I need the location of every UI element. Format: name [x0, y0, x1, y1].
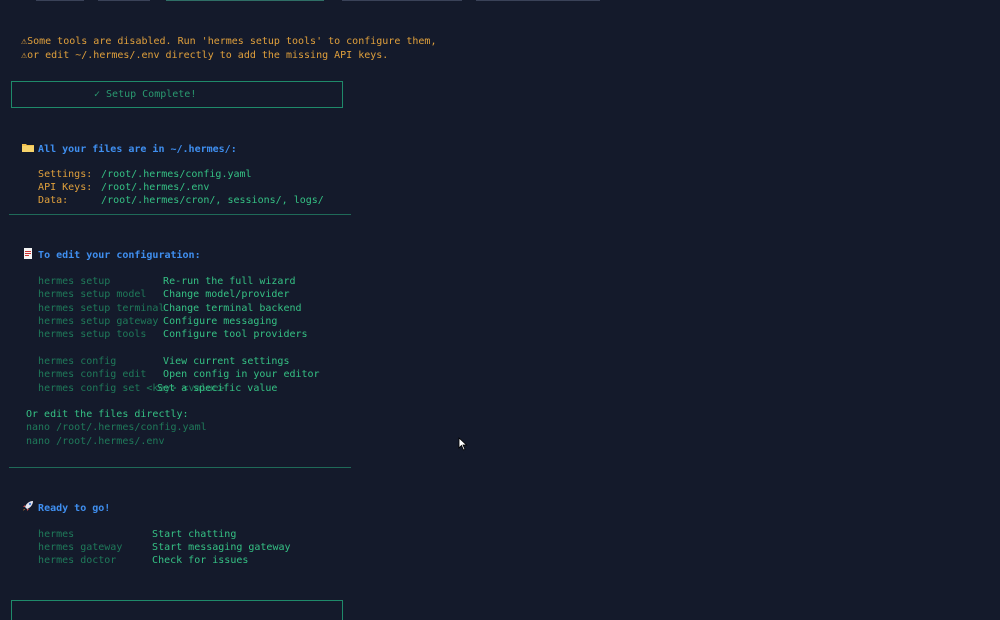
command-desc: Check for issues [152, 555, 249, 567]
files-label: Data: [38, 195, 69, 207]
setup-command-row: hermes setup tools Configure tool provide… [26, 315, 308, 342]
command-desc: Configure tool providers [163, 329, 308, 341]
bottom-box-partial [11, 600, 343, 620]
top-tab-line-1 [36, 0, 84, 1]
warning-line-2: ⚠or edit ~/.hermes/.env directly to add … [9, 36, 388, 63]
ready-section-title: Ready to go! [10, 488, 110, 516]
rocket-icon [23, 501, 34, 512]
folder-icon [22, 144, 35, 153]
ready-section-title-text: Ready to go! [38, 503, 111, 515]
files-path: /root/.hermes/cron/, sessions/, logs/ [101, 195, 324, 207]
direct-edit-label: Or edit the files directly: [26, 409, 189, 420]
setup-complete-box: ✓ Setup Complete! [11, 81, 343, 108]
ready-command-row: hermes doctor Check for issues [26, 541, 248, 568]
top-tab-line-2 [98, 0, 150, 1]
divider-2 [9, 467, 351, 468]
top-tab-line-3 [166, 0, 324, 1]
edit-section-title-text: To edit your configuration: [38, 250, 201, 262]
files-item-data: Data: /root/.hermes/cron/, sessions/, log… [26, 181, 324, 208]
top-tab-line-5 [476, 0, 600, 1]
edit-section-title: To edit your configuration: [10, 235, 201, 263]
mouse-pointer-icon [458, 437, 468, 451]
command-desc: Set a specific value [157, 383, 278, 394]
setup-complete-text: ✓ Setup Complete! [94, 89, 197, 100]
direct-edit-line: nano /root/.hermes/config.yaml [26, 422, 207, 433]
top-tab-line-4 [342, 0, 462, 1]
files-section-title-text: All your files are in ~/.hermes/: [38, 144, 237, 156]
direct-edit-line: nano /root/.hermes/.env [26, 436, 165, 447]
memo-icon [24, 248, 33, 260]
divider-1 [9, 214, 351, 215]
command-name: hermes setup tools [38, 329, 147, 341]
files-section-title: All your files are in ~/.hermes/: [10, 129, 237, 157]
warning-text-2: or edit ~/.hermes/.env directly to add t… [27, 50, 389, 62]
command-name: hermes doctor [38, 555, 117, 567]
